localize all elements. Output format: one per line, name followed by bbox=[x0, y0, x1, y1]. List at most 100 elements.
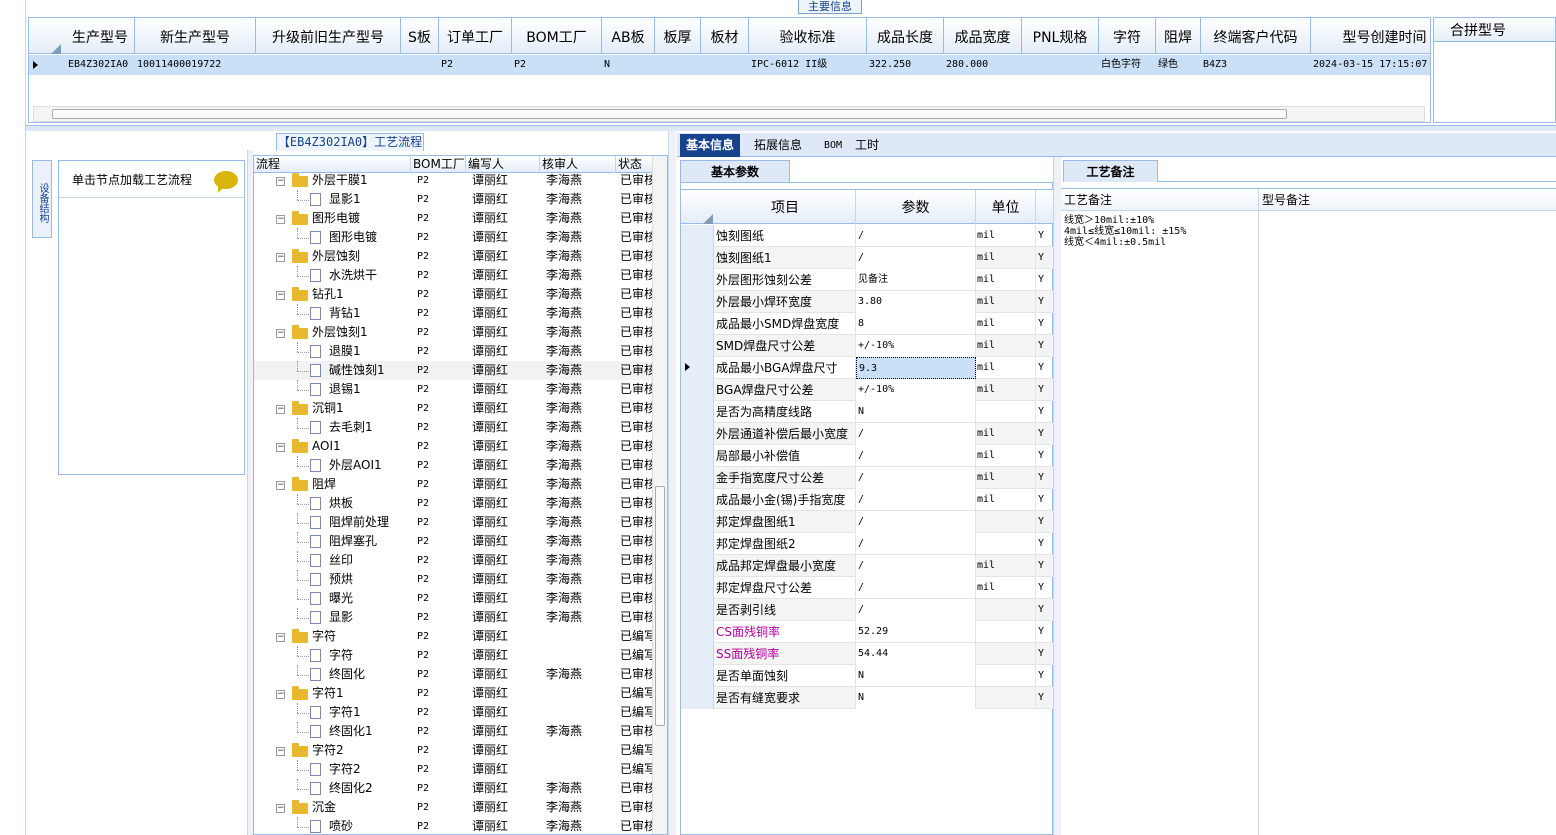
param-value[interactable]: / bbox=[856, 467, 976, 489]
row-indicator[interactable] bbox=[681, 291, 714, 313]
main-cell[interactable]: 322.250 bbox=[867, 55, 944, 75]
tree-row[interactable]: 退锡1 P2 谭丽红 李海燕 已审核 bbox=[254, 380, 654, 399]
main-cell[interactable]: N bbox=[602, 55, 655, 75]
tree-row[interactable]: 背钻1 P2 谭丽红 李海燕 已审核 bbox=[254, 304, 654, 323]
collapse-icon[interactable]: − bbox=[276, 690, 285, 699]
param-row[interactable]: BGA焊盘尺寸公差 +/-10% mil Y bbox=[681, 379, 1053, 401]
load-flow-tip[interactable]: 单击节点加载工艺流程 bbox=[59, 161, 244, 198]
main-cell[interactable]: B4Z3 bbox=[1201, 55, 1311, 75]
param-row[interactable]: 蚀刻图纸 / mil Y bbox=[681, 225, 1053, 247]
main-info-hscrollbar[interactable] bbox=[33, 106, 1425, 122]
tree-vscrollbar[interactable] bbox=[652, 156, 667, 834]
main-cell[interactable] bbox=[1022, 55, 1099, 75]
collapse-icon[interactable]: − bbox=[276, 633, 285, 642]
vertical-splitter-mid[interactable] bbox=[668, 131, 676, 835]
row-indicator[interactable] bbox=[681, 599, 714, 621]
tree-row[interactable]: 碱性蚀刻1 P2 谭丽红 李海燕 已审核 bbox=[254, 361, 654, 380]
param-value[interactable]: / bbox=[856, 599, 976, 621]
main-col-header[interactable]: 板厚 bbox=[655, 18, 701, 54]
main-col-header[interactable]: S板 bbox=[401, 18, 439, 54]
param-col-header[interactable]: 项目 bbox=[715, 190, 856, 224]
tree-row[interactable]: − 钻孔1 P2 谭丽红 李海燕 已审核 bbox=[254, 285, 654, 304]
main-col-header[interactable]: PNL规格 bbox=[1022, 18, 1099, 54]
tree-row[interactable]: 喷砂 P2 谭丽红 李海燕 已审核 bbox=[254, 817, 654, 834]
main-cell[interactable] bbox=[701, 55, 749, 75]
param-row[interactable]: 外层最小焊环宽度 3.80 mil Y bbox=[681, 291, 1053, 313]
tree-row[interactable]: 终固化 P2 谭丽红 李海燕 已审核 bbox=[254, 665, 654, 684]
collapse-icon[interactable]: − bbox=[276, 291, 285, 300]
param-row[interactable]: 成品最小金(锡)手指宽度 / mil Y bbox=[681, 489, 1053, 511]
param-value[interactable]: / bbox=[856, 225, 976, 247]
tree-row[interactable]: 烘板 P2 谭丽红 李海燕 已审核 bbox=[254, 494, 654, 513]
row-indicator[interactable] bbox=[681, 423, 714, 445]
tab-1[interactable]: 拓展信息 bbox=[748, 134, 808, 157]
main-col-header[interactable]: BOM工厂 bbox=[512, 18, 602, 54]
param-value[interactable]: N bbox=[856, 665, 976, 687]
tree-row[interactable]: 阻焊前处理 P2 谭丽红 李海燕 已审核 bbox=[254, 513, 654, 532]
param-col-header[interactable]: 单位 bbox=[976, 190, 1036, 224]
param-value[interactable]: N bbox=[856, 401, 976, 423]
main-cell[interactable]: 280.000 bbox=[944, 55, 1022, 75]
param-row[interactable]: SMD焊盘尺寸公差 +/-10% mil Y bbox=[681, 335, 1053, 357]
tree-row[interactable]: 水洗烘干 P2 谭丽红 李海燕 已审核 bbox=[254, 266, 654, 285]
tree-row[interactable]: 字符 P2 谭丽红 已编写 bbox=[254, 646, 654, 665]
tree-row[interactable]: − 外层干膜1 P2 谭丽红 李海燕 已审核 bbox=[254, 171, 654, 190]
param-value[interactable]: 见备注 bbox=[856, 269, 976, 291]
tree-row[interactable]: 图形电镀 P2 谭丽红 李海燕 已审核 bbox=[254, 228, 654, 247]
tree-row[interactable]: − 阻焊 P2 谭丽红 李海燕 已审核 bbox=[254, 475, 654, 494]
row-indicator[interactable] bbox=[681, 489, 714, 511]
collapse-icon[interactable]: − bbox=[276, 177, 285, 186]
main-cell[interactable] bbox=[401, 55, 439, 75]
horizontal-splitter[interactable] bbox=[26, 125, 1556, 131]
main-col-header[interactable]: 成品长度 bbox=[867, 18, 944, 54]
param-row[interactable]: SS面残铜率 54.44 Y bbox=[681, 643, 1053, 665]
collapse-icon[interactable]: − bbox=[276, 804, 285, 813]
row-indicator[interactable] bbox=[681, 313, 714, 335]
param-value[interactable]: +/-10% bbox=[856, 379, 976, 401]
basic-params-tab[interactable]: 基本参数 bbox=[680, 160, 790, 182]
param-value[interactable]: 54.44 bbox=[856, 643, 976, 665]
main-col-header[interactable]: 板材 bbox=[701, 18, 749, 54]
device-structure-tab[interactable]: 设备结构 bbox=[32, 160, 52, 238]
main-col-header[interactable]: 新生产型号 bbox=[135, 18, 256, 54]
tree-row[interactable]: − 沉金 P2 谭丽红 李海燕 已审核 bbox=[254, 798, 654, 817]
main-info-row[interactable]: EB4Z302IA0 10011400019722 P2 P2 N IPC-6012 II… bbox=[29, 55, 1430, 75]
tree-vscroll-thumb[interactable] bbox=[655, 486, 665, 726]
main-col-header[interactable]: 生产型号 bbox=[66, 18, 135, 54]
param-value[interactable]: / bbox=[856, 555, 976, 577]
param-value[interactable]: / bbox=[856, 247, 976, 269]
tree-row[interactable]: 曝光 P2 谭丽红 李海燕 已审核 bbox=[254, 589, 654, 608]
param-row[interactable]: 成品邦定焊盘最小宽度 / mil Y bbox=[681, 555, 1053, 577]
param-value[interactable]: / bbox=[856, 423, 976, 445]
main-cell[interactable]: P2 bbox=[439, 55, 512, 75]
collapse-icon[interactable]: − bbox=[276, 215, 285, 224]
param-row[interactable]: 外层图形蚀刻公差 见备注 mil Y bbox=[681, 269, 1053, 291]
row-indicator[interactable] bbox=[681, 643, 714, 665]
row-indicator[interactable] bbox=[681, 577, 714, 599]
main-col-header[interactable]: 阻焊 bbox=[1156, 18, 1201, 54]
tab-2[interactable]: BOM bbox=[818, 134, 848, 157]
param-row[interactable]: 金手指宽度尺寸公差 / mil Y bbox=[681, 467, 1053, 489]
row-indicator[interactable] bbox=[681, 335, 714, 357]
tab-3[interactable]: 工时 bbox=[849, 134, 885, 157]
tree-row[interactable]: 终固化1 P2 谭丽红 李海燕 已审核 bbox=[254, 722, 654, 741]
param-value[interactable]: N bbox=[856, 687, 976, 709]
craft-notes-tab[interactable]: 工艺备注 bbox=[1063, 160, 1158, 182]
param-value[interactable]: 52.29 bbox=[856, 621, 976, 643]
main-cell[interactable]: IPC-6012 II级 bbox=[749, 55, 867, 75]
row-indicator[interactable] bbox=[681, 511, 714, 533]
main-cell[interactable]: P2 bbox=[512, 55, 602, 75]
param-value[interactable]: 8 bbox=[856, 313, 976, 335]
tree-row[interactable]: − 字符2 P2 谭丽红 已编写 bbox=[254, 741, 654, 760]
row-indicator[interactable] bbox=[681, 467, 714, 489]
collapse-icon[interactable]: − bbox=[276, 329, 285, 338]
row-indicator[interactable] bbox=[681, 687, 714, 709]
row-indicator[interactable] bbox=[681, 225, 714, 247]
param-row[interactable]: 邦定焊盘尺寸公差 / mil Y bbox=[681, 577, 1053, 599]
param-value[interactable]: / bbox=[856, 511, 976, 533]
craft-notes-text[interactable]: 线宽＞10mil:±10% 4mil≤线宽≤10mil: ±15% 线宽＜4mil:… bbox=[1061, 211, 1259, 835]
param-row[interactable]: CS面残铜率 52.29 Y bbox=[681, 621, 1053, 643]
tree-row[interactable]: 字符1 P2 谭丽红 已编写 bbox=[254, 703, 654, 722]
tree-row[interactable]: 字符2 P2 谭丽红 已编写 bbox=[254, 760, 654, 779]
param-row[interactable]: 蚀刻图纸1/mil Y bbox=[681, 247, 1053, 269]
